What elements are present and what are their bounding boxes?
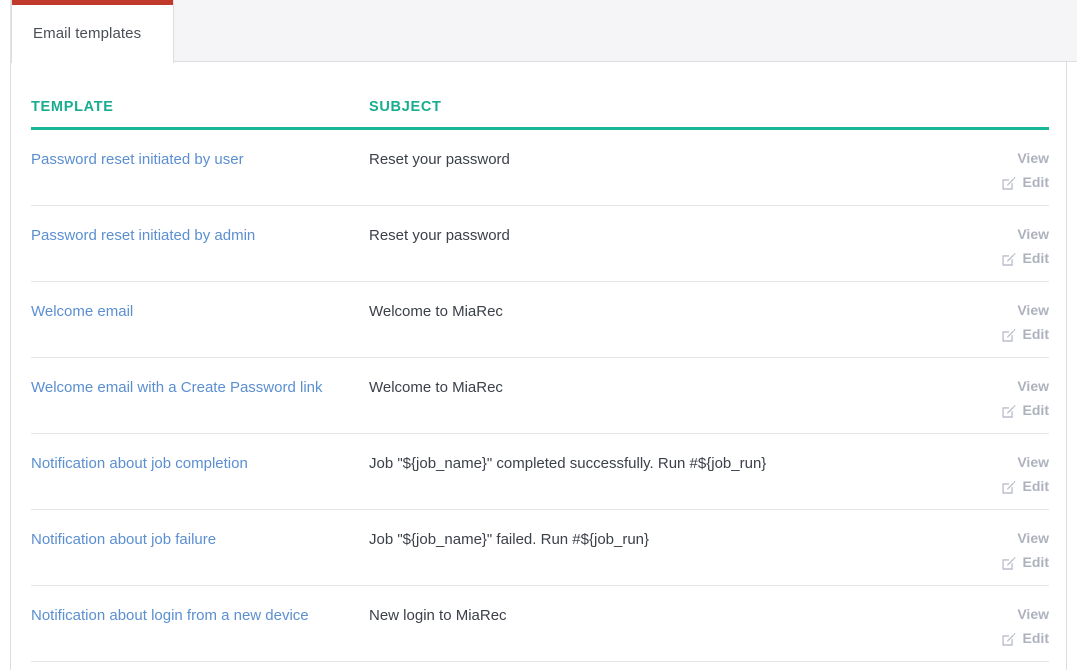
view-link-label: View xyxy=(1017,454,1049,470)
cell-template: Password reset initiated by admin xyxy=(31,223,369,248)
cell-actions: View Edit xyxy=(919,603,1049,647)
view-link-label: View xyxy=(1017,378,1049,394)
cell-actions: View Edit xyxy=(919,451,1049,495)
cell-subject: Reset your password xyxy=(369,151,510,168)
pencil-square-icon xyxy=(1001,480,1016,495)
cell-template: Notification about login from a new devi… xyxy=(31,603,369,628)
edit-link-label: Edit xyxy=(1022,402,1049,418)
edit-link-label: Edit xyxy=(1022,174,1049,190)
template-link[interactable]: Welcome email xyxy=(31,299,139,324)
pencil-square-icon xyxy=(1001,632,1016,647)
view-link-label: View xyxy=(1017,226,1049,242)
edit-link[interactable]: Edit xyxy=(1001,249,1049,267)
view-link-label: View xyxy=(1017,606,1049,622)
edit-link[interactable]: Edit xyxy=(1001,401,1049,419)
table-header-row: TEMPLATE SUBJECT xyxy=(31,62,1049,130)
view-link[interactable]: View xyxy=(1017,605,1049,623)
pencil-square-icon xyxy=(1001,176,1016,191)
column-header-subject: SUBJECT xyxy=(369,99,442,115)
edit-link[interactable]: Edit xyxy=(1001,629,1049,647)
template-link[interactable]: Password reset initiated by user xyxy=(31,147,250,172)
cell-template: Welcome email xyxy=(31,299,369,324)
cell-template: Welcome email with a Create Password lin… xyxy=(31,375,369,400)
view-link[interactable]: View xyxy=(1017,529,1049,547)
edit-link-label: Edit xyxy=(1022,630,1049,646)
edit-link[interactable]: Edit xyxy=(1001,553,1049,571)
edit-link[interactable]: Edit xyxy=(1001,477,1049,495)
template-link[interactable]: Notification about login from a new devi… xyxy=(31,603,315,628)
column-header-actions xyxy=(919,115,1049,127)
table-row: Notification about job failure Job "${job… xyxy=(31,510,1049,586)
tab-bar: Email templates xyxy=(0,0,1077,63)
template-link[interactable]: Notification about job completion xyxy=(31,451,254,476)
cell-subject: Welcome to MiaRec xyxy=(369,303,503,320)
view-link[interactable]: View xyxy=(1017,149,1049,167)
edit-link-label: Edit xyxy=(1022,554,1049,570)
edit-link-label: Edit xyxy=(1022,478,1049,494)
cell-subject: Job "${job_name}" failed. Run #${job_run… xyxy=(369,531,650,548)
pencil-square-icon xyxy=(1001,556,1016,571)
pencil-square-icon xyxy=(1001,252,1016,267)
edit-link[interactable]: Edit xyxy=(1001,325,1049,343)
cell-subject: New login to MiaRec xyxy=(369,607,507,624)
view-link[interactable]: View xyxy=(1017,225,1049,243)
cell-actions: View Edit xyxy=(919,527,1049,571)
tab-email-templates-label: Email templates xyxy=(33,24,142,42)
view-link[interactable]: View xyxy=(1017,453,1049,471)
cell-actions: View Edit xyxy=(919,147,1049,191)
edit-link-label: Edit xyxy=(1022,250,1049,266)
table-row: Notification about job completion Job "${… xyxy=(31,434,1049,510)
edit-link-label: Edit xyxy=(1022,326,1049,342)
table-row: Password reset initiated by user Reset yo… xyxy=(31,130,1049,206)
view-link[interactable]: View xyxy=(1017,301,1049,319)
edit-link[interactable]: Edit xyxy=(1001,173,1049,191)
pencil-square-icon xyxy=(1001,328,1016,343)
tab-email-templates[interactable]: Email templates xyxy=(11,0,174,63)
view-link-label: View xyxy=(1017,150,1049,166)
pencil-square-icon xyxy=(1001,404,1016,419)
view-link[interactable]: View xyxy=(1017,377,1049,395)
table-row: Welcome email with a Create Password lin… xyxy=(31,358,1049,434)
view-link-label: View xyxy=(1017,302,1049,318)
email-templates-table: TEMPLATE SUBJECT Password reset initiate… xyxy=(31,62,1049,662)
template-link[interactable]: Password reset initiated by admin xyxy=(31,223,261,248)
cell-template: Notification about job completion xyxy=(31,451,369,476)
cell-subject: Welcome to MiaRec xyxy=(369,379,503,396)
cell-subject: Job "${job_name}" completed successfully… xyxy=(369,455,767,472)
table-body: Password reset initiated by user Reset yo… xyxy=(31,130,1049,662)
column-header-template: TEMPLATE xyxy=(31,99,114,115)
cell-template: Notification about job failure xyxy=(31,527,369,552)
email-templates-page: Email templates TEMPLATE SUBJECT Passwor… xyxy=(0,0,1077,670)
cell-template: Password reset initiated by user xyxy=(31,147,369,172)
email-templates-card: TEMPLATE SUBJECT Password reset initiate… xyxy=(10,62,1067,670)
cell-actions: View Edit xyxy=(919,375,1049,419)
cell-actions: View Edit xyxy=(919,299,1049,343)
tab-active-accent-bar xyxy=(12,0,173,5)
table-row: Password reset initiated by admin Reset y… xyxy=(31,206,1049,282)
cell-subject: Reset your password xyxy=(369,227,510,244)
cell-actions: View Edit xyxy=(919,223,1049,267)
table-row: Notification about login from a new devi… xyxy=(31,586,1049,662)
view-link-label: View xyxy=(1017,530,1049,546)
template-link[interactable]: Welcome email with a Create Password lin… xyxy=(31,375,329,400)
table-row: Welcome email Welcome to MiaRec View Edit xyxy=(31,282,1049,358)
template-link[interactable]: Notification about job failure xyxy=(31,527,222,552)
